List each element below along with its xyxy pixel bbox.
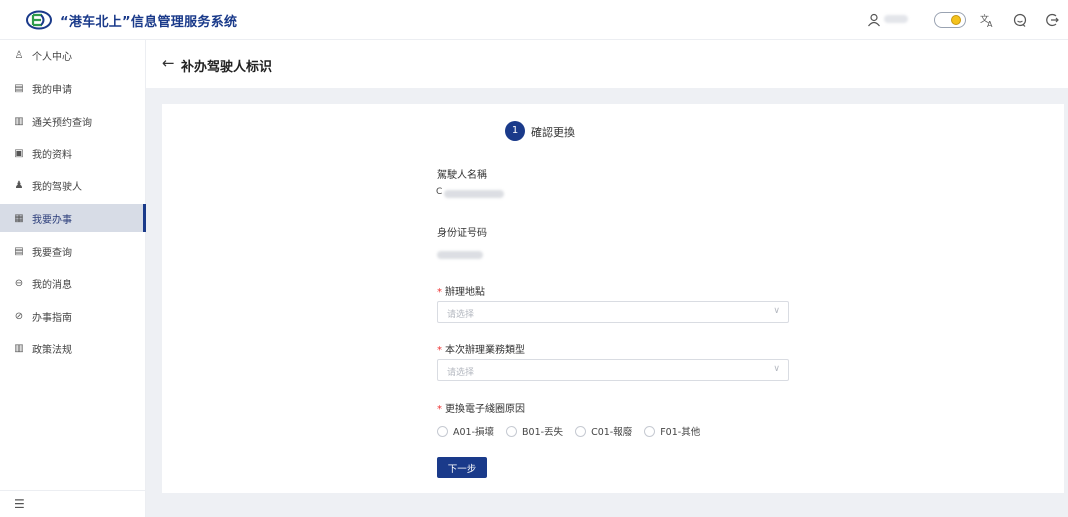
drivers-icon: ♟ [14,179,24,191]
booking-icon: ▥ [14,115,24,127]
sidebar-divider [0,490,146,491]
driver-name-value: C [436,187,443,197]
radio-label: F01-其他 [660,427,701,438]
translate-icon[interactable]: 文 A [979,12,995,29]
required-mark: * [437,345,442,356]
logout-icon[interactable] [1044,12,1060,28]
chevron-down-icon: ∨ [773,306,780,316]
id-number-label: 身份证号码 [437,228,487,239]
reason-radio-a01[interactable]: A01-損壞 [437,424,494,438]
step-label: 確認更換 [531,126,575,139]
sidebar-item-label: 政策法规 [32,344,72,356]
driver-name-redacted [444,190,504,198]
sidebar-item-label: 办事指南 [32,312,72,324]
app-title: “港车北上”信息管理服务系统 [60,15,238,30]
radio-label: A01-損壞 [453,427,495,438]
radio-label: B01-丟失 [522,427,564,438]
radio-circle [644,425,656,437]
form-icon: ▤ [14,82,24,94]
step-indicator: 1 [505,121,525,141]
location-select[interactable]: 请选择 ∨ [437,301,789,323]
page-header: ← 补办驾驶人标识 [146,40,1068,88]
radio-label: C01-報廢 [591,427,633,438]
sidebar-item-label: 个人中心 [32,51,72,63]
reason-label: * 更換電子綫圈原因 [437,400,525,415]
reason-radio-group: A01-損壞 B01-丟失 C01-報廢 F01-其他 [437,424,712,438]
business-type-label: * 本次辦理業務類型 [437,341,525,356]
sidebar-item-label: 我的申请 [32,84,72,96]
radio-circle [575,425,587,437]
location-placeholder: 请选择 [447,310,475,320]
sidebar: ♙ 个人中心 ▤ 我的申请 ▥ 通关预约查询 ▣ 我的资料 ♟ 我的驾驶人 ▦ … [0,40,146,517]
id-card-icon: ▣ [14,147,24,159]
sidebar-item-label: 我的驾驶人 [32,181,82,193]
id-number-redacted [437,251,483,259]
sidebar-item-guide[interactable]: ⊘ 办事指南 [0,302,146,330]
back-arrow-icon[interactable]: ← [162,54,175,72]
reason-radio-c01[interactable]: C01-報廢 [575,424,632,438]
sidebar-item-label: 通关预约查询 [32,117,92,129]
message-icon: ⊖ [14,277,24,289]
reason-label-text: 更換電子綫圈原因 [445,404,525,415]
collapse-menu-icon[interactable]: ☰ [14,498,28,510]
chevron-down-icon: ∨ [773,364,780,374]
toggle-knob [951,15,961,25]
theme-toggle[interactable] [934,12,966,28]
user-name [884,15,908,23]
business-type-placeholder: 请选择 [447,368,475,378]
sidebar-item-label: 我的资料 [32,149,72,161]
sidebar-item-drivers[interactable]: ♟ 我的驾驶人 [0,171,146,199]
radio-circle [506,425,518,437]
radio-circle [437,425,448,437]
sidebar-item-documents[interactable]: ▣ 我的资料 [0,139,146,167]
sidebar-item-booking-query[interactable]: ▥ 通关预约查询 [0,107,146,135]
logo-icon [26,10,52,30]
location-label-text: 辦理地點 [445,287,485,298]
sidebar-item-policy[interactable]: ▥ 政策法规 [0,334,146,362]
sidebar-item-profile[interactable]: ♙ 个人中心 [0,41,146,69]
task-icon: ▦ [14,212,24,224]
next-button[interactable]: 下一步 [437,457,487,478]
user-icon: ♙ [14,49,24,61]
sidebar-item-applications[interactable]: ▤ 我的申请 [0,74,146,102]
svg-text:A: A [987,20,993,28]
business-type-select[interactable]: 请选择 ∨ [437,359,789,381]
chat-icon[interactable] [1012,12,1028,28]
driver-name-label: 駕駛人名稱 [437,170,487,181]
sidebar-item-query[interactable]: ▤ 我要查询 [0,237,146,265]
required-mark: * [437,404,442,415]
business-type-label-text: 本次辦理業務類型 [445,345,525,356]
user-icon[interactable] [866,12,882,28]
sidebar-item-services[interactable]: ▦ 我要办事 [0,204,146,232]
page-title: 补办驾驶人标识 [181,60,273,75]
reason-radio-b01[interactable]: B01-丟失 [506,424,563,438]
sidebar-item-messages[interactable]: ⊖ 我的消息 [0,269,146,297]
book-icon: ▥ [14,342,24,354]
reason-radio-f01[interactable]: F01-其他 [644,424,700,438]
required-mark: * [437,287,442,298]
sidebar-item-label: 我的消息 [32,279,72,291]
compass-icon: ⊘ [14,310,24,322]
sidebar-item-label: 我要查询 [32,247,72,259]
sidebar-item-label: 我要办事 [32,214,72,226]
top-header: “港车北上”信息管理服务系统 文 A [0,0,1068,40]
query-icon: ▤ [14,245,24,257]
location-label: * 辦理地點 [437,283,485,298]
